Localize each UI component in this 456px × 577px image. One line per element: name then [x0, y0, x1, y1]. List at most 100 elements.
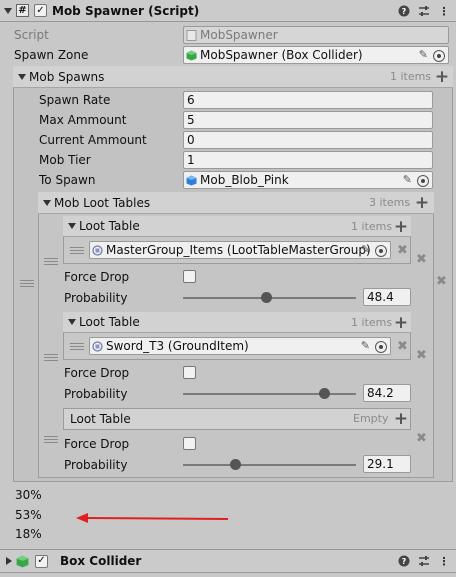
- force-drop-checkbox[interactable]: [183, 437, 196, 450]
- force-drop-checkbox[interactable]: [183, 270, 196, 283]
- edit-pencil-icon[interactable]: ✎: [361, 339, 370, 352]
- foldout-arrow-icon[interactable]: [6, 557, 12, 565]
- loot-item-field-1[interactable]: MasterGroup_Items (LootTableMasterGroup)…: [89, 241, 391, 259]
- add-loot-table-button[interactable]: +: [412, 193, 432, 213]
- svg-text:?: ?: [402, 7, 407, 16]
- probability-input[interactable]: 84.2: [363, 384, 411, 402]
- mob-tier-input[interactable]: 1: [183, 151, 433, 169]
- force-drop-label: Force Drop: [64, 366, 130, 380]
- mob-loot-tables-count: 3 items: [369, 196, 411, 209]
- script-value: MobSpawner: [200, 28, 278, 42]
- foldout-arrow-icon[interactable]: [43, 199, 51, 206]
- box-collider-header[interactable]: ✓ Box Collider: [0, 549, 456, 573]
- current-ammount-label: Current Ammount: [39, 133, 147, 147]
- drag-handle-icon[interactable]: [44, 354, 58, 361]
- help-icon[interactable]: ?: [397, 4, 411, 18]
- component-enabled-checkbox[interactable]: ✓: [35, 554, 48, 568]
- drag-handle-icon[interactable]: [44, 258, 58, 265]
- probability-label: Probability: [64, 458, 128, 472]
- probability-input[interactable]: 48.4: [363, 288, 411, 306]
- mob-spawns-label: Mob Spawns: [29, 69, 105, 84]
- spawn-zone-value: MobSpawner (Box Collider): [200, 48, 363, 62]
- box-collider-icon: [186, 50, 197, 60]
- annotation-arrow: [76, 513, 229, 523]
- remove-element-icon[interactable]: ✖: [416, 348, 427, 363]
- object-picker-icon[interactable]: [375, 245, 387, 257]
- svg-text:?: ?: [402, 557, 407, 566]
- add-mob-spawn-button[interactable]: +: [432, 67, 452, 87]
- object-picker-icon[interactable]: [433, 50, 445, 62]
- loot-table-label: Loot Table: [70, 412, 131, 426]
- presets-icon[interactable]: [417, 554, 431, 568]
- edit-pencil-icon[interactable]: ✎: [403, 173, 412, 186]
- remove-element-icon[interactable]: ✖: [436, 274, 447, 289]
- remove-element-icon[interactable]: ✖: [416, 431, 427, 446]
- probability-label: Probability: [64, 387, 128, 401]
- to-spawn-value: Mob_Blob_Pink: [200, 173, 289, 187]
- scriptable-object-icon: [92, 340, 103, 352]
- context-menu-icon[interactable]: ⋮: [437, 4, 451, 18]
- mob-spawns-header[interactable]: Mob Spawns: [13, 66, 453, 88]
- probability-slider-track[interactable]: [183, 464, 356, 466]
- foldout-arrow-icon[interactable]: [68, 223, 76, 229]
- drag-handle-icon[interactable]: [44, 436, 58, 443]
- drag-handle-icon[interactable]: [70, 247, 84, 254]
- foldout-arrow-icon[interactable]: [4, 7, 12, 14]
- force-drop-label: Force Drop: [64, 270, 130, 284]
- context-menu-icon[interactable]: ⋮: [437, 554, 451, 568]
- percentage-3: 18%: [15, 527, 42, 541]
- loot-table-label: Loot Table: [79, 219, 140, 233]
- loot-table-count: 1 items: [351, 220, 393, 233]
- script-file-icon: [186, 29, 197, 41]
- prefab-cube-icon: [186, 175, 197, 185]
- script-hash-icon: #: [16, 4, 29, 17]
- script-label: Script: [14, 28, 49, 42]
- remove-loot-item-icon[interactable]: ✖: [397, 339, 408, 354]
- component-title: Mob Spawner (Script): [52, 3, 200, 18]
- loot-table-count: Empty: [353, 412, 389, 425]
- help-icon[interactable]: ?: [397, 554, 411, 568]
- loot-item-value: MasterGroup_Items (LootTableMasterGroup): [106, 243, 371, 257]
- mob-loot-tables-label: Mob Loot Tables: [54, 195, 151, 210]
- mob-tier-label: Mob Tier: [39, 153, 91, 167]
- force-drop-label: Force Drop: [64, 437, 130, 451]
- probability-input[interactable]: 29.1: [363, 455, 411, 473]
- foldout-arrow-icon[interactable]: [18, 73, 26, 80]
- object-picker-icon[interactable]: [375, 341, 387, 353]
- edit-pencil-icon[interactable]: ✎: [361, 243, 370, 256]
- mob-spawns-count: 1 items: [390, 70, 432, 83]
- percentage-1: 30%: [15, 488, 42, 502]
- loot-item-field-2[interactable]: Sword_T3 (GroundItem) ✎: [89, 337, 391, 355]
- spawn-zone-field[interactable]: MobSpawner (Box Collider) ✎: [183, 46, 449, 64]
- box-collider-icon: [16, 555, 29, 567]
- to-spawn-label: To Spawn: [39, 173, 96, 187]
- force-drop-checkbox[interactable]: [183, 366, 196, 379]
- component-title: Box Collider: [60, 554, 142, 568]
- probability-label: Probability: [64, 291, 128, 305]
- foldout-arrow-icon[interactable]: [68, 319, 76, 325]
- remove-loot-item-icon[interactable]: ✖: [397, 243, 408, 258]
- mob-spawner-header[interactable]: # ✓ Mob Spawner (Script): [0, 0, 456, 22]
- add-loot-item-button[interactable]: +: [391, 217, 411, 237]
- presets-icon[interactable]: [417, 4, 431, 18]
- component-enabled-checkbox[interactable]: ✓: [34, 4, 47, 17]
- scriptable-object-icon: [92, 244, 103, 256]
- probability-slider-track[interactable]: [183, 393, 356, 395]
- max-ammount-label: Max Ammount: [39, 113, 127, 127]
- loot-item-value: Sword_T3 (GroundItem): [106, 339, 249, 353]
- current-ammount-input[interactable]: 0: [183, 131, 433, 149]
- percentage-2: 53%: [15, 508, 42, 522]
- remove-element-icon[interactable]: ✖: [416, 252, 427, 267]
- spawn-zone-label: Spawn Zone: [14, 48, 89, 62]
- add-loot-item-button[interactable]: +: [391, 409, 411, 429]
- to-spawn-field[interactable]: Mob_Blob_Pink ✎: [183, 171, 433, 189]
- loot-table-label: Loot Table: [79, 315, 140, 329]
- add-loot-item-button[interactable]: +: [391, 313, 411, 333]
- object-picker-icon[interactable]: [417, 175, 429, 187]
- loot-table-count: 1 items: [351, 316, 393, 329]
- edit-pencil-icon[interactable]: ✎: [419, 48, 428, 61]
- spawn-rate-input[interactable]: 6: [183, 91, 433, 109]
- drag-handle-icon[interactable]: [70, 343, 84, 350]
- max-ammount-input[interactable]: 5: [183, 111, 433, 129]
- drag-handle-icon[interactable]: [20, 280, 34, 287]
